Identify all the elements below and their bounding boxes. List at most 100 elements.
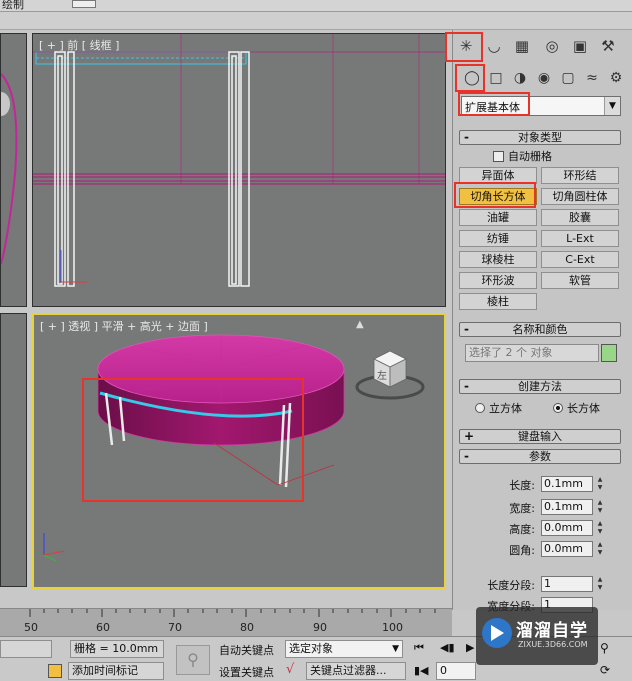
autogrid-checkbox[interactable]: 自动栅格 [493, 148, 552, 164]
timeline-ruler[interactable]: 50 60 70 80 90 100 [0, 608, 452, 636]
viewport-pin-icon[interactable]: ▲ [356, 319, 364, 330]
key-mode-icon[interactable]: √ [286, 662, 294, 677]
timeline-tick-label: 90 [313, 621, 327, 634]
param-height-spinner[interactable]: ▲ ▼ [595, 520, 605, 536]
object-button-9[interactable]: C-Ext [541, 251, 619, 268]
current-frame-field[interactable]: 0 [436, 662, 476, 680]
systems-icon[interactable]: ⚙ [605, 67, 627, 89]
command-panel: ✳ ◡ ▦ ◎ ▣ ⚒ ◯ □ ◑ ◉ ▢ ≈ ⚙ 扩展基本体 ▼ - 对象类型… [452, 30, 632, 613]
spacewarps-icon[interactable]: ≈ [581, 67, 603, 89]
modify-icon[interactable]: ◡ [481, 34, 507, 58]
menu-combo[interactable] [72, 0, 96, 8]
param-fillet-input[interactable]: 0.0mm [541, 541, 593, 557]
viewport-perspective[interactable]: [ + ] 透视 ] 平滑 + 高光 + 边面 ] ▲ 左 [32, 313, 446, 589]
rollout-keyboard-entry-title: 键盘输入 [518, 430, 562, 443]
hierarchy-icon[interactable]: ▦ [509, 34, 535, 58]
timeline-tick-label: 80 [240, 621, 254, 634]
checkbox-box[interactable] [493, 150, 504, 162]
object-button-1[interactable]: 环形结 [541, 167, 619, 184]
add-time-tag-button[interactable]: 添加时间标记 [68, 662, 164, 680]
watermark-logo-icon [482, 618, 512, 648]
object-button-12[interactable]: 棱柱 [459, 293, 537, 310]
goto-start-icon[interactable]: ⏮ [414, 641, 424, 655]
selected-object-value: 选定对象 [289, 642, 333, 655]
param-height-input[interactable]: 0.0mm [541, 520, 593, 536]
utilities-icon[interactable]: ⚒ [595, 34, 621, 58]
auto-key-button[interactable]: 自动关键点 [219, 642, 274, 658]
param-length-input[interactable]: 0.1mm [541, 476, 593, 492]
object-button-5[interactable]: 胶囊 [541, 209, 619, 226]
time-tag-icon[interactable] [48, 664, 62, 678]
object-button-8[interactable]: 球棱柱 [459, 251, 537, 268]
viewport-left-top[interactable] [0, 33, 27, 307]
object-button-6[interactable]: 纺锤 [459, 230, 537, 247]
rollout-object-type[interactable]: - 对象类型 [459, 130, 621, 145]
geometry-icon[interactable]: ◯ [461, 67, 483, 89]
zoom-icon[interactable]: ⚲ [600, 641, 609, 655]
autogrid-label: 自动栅格 [508, 150, 552, 163]
perspective-scene: 左 [43, 334, 425, 562]
category-dropdown-value: 扩展基本体 [465, 101, 520, 114]
motion-icon[interactable]: ◎ [539, 34, 565, 58]
viewcube[interactable]: 左 [355, 350, 425, 400]
key-filters-button[interactable]: 关键点过滤器... [306, 662, 406, 680]
param-length-spinner[interactable]: ▲ ▼ [595, 476, 605, 492]
prev-frame-icon[interactable]: ◀▮ [440, 641, 455, 654]
param-width-input[interactable]: 0.1mm [541, 499, 593, 515]
key-mode-toggle-icon[interactable]: ▮◀ [414, 664, 429, 677]
param-length-label: 长度: [509, 479, 535, 492]
shapes-icon[interactable]: □ [485, 67, 507, 89]
param-fillet-spinner[interactable]: ▲ ▼ [595, 541, 605, 557]
create-subcategory-icons: ◯ □ ◑ ◉ ▢ ≈ ⚙ [453, 64, 632, 92]
rollout-creation-method[interactable]: - 创建方法 [459, 379, 621, 394]
lights-icon[interactable]: ◑ [509, 67, 531, 89]
object-button-3[interactable]: 切角圆柱体 [541, 188, 619, 205]
key-icon[interactable]: ⚲ [176, 645, 210, 675]
viewport-left-bottom[interactable] [0, 313, 27, 587]
object-button-7[interactable]: L-Ext [541, 230, 619, 247]
param-width-label: 宽度: [509, 502, 535, 515]
creation-cube-radio[interactable]: 立方体 [475, 400, 522, 416]
viewport-left-top-geometry [1, 73, 18, 265]
rollout-parameters[interactable]: - 参数 [459, 449, 621, 464]
creation-box-radio[interactable]: 长方体 [553, 400, 600, 416]
param-length-segs-spinner[interactable]: ▲ ▼ [595, 576, 605, 592]
watermark-title: 溜溜自学 [516, 621, 588, 641]
menu-partial-label[interactable]: 绘制 [2, 0, 24, 12]
viewport-front[interactable]: [ + ] 前 [ 线框 ] [32, 33, 446, 307]
watermark-url: ZIXUE.3D66.COM [518, 640, 588, 649]
radio-dot[interactable] [475, 403, 485, 413]
param-length-segs-label: 长度分段: [487, 579, 535, 592]
viewport-front-label[interactable]: [ + ] 前 [ 线框 ] [39, 37, 119, 53]
param-fillet-label: 圆角: [509, 544, 535, 557]
object-color-swatch[interactable] [601, 344, 617, 362]
timeline-tick-label: 70 [168, 621, 182, 634]
set-key-button[interactable]: 设置关键点 [219, 664, 274, 680]
selected-object-dropdown[interactable]: 选定对象 ▼ [285, 640, 403, 658]
orbit-icon[interactable]: ⟳ [600, 663, 610, 677]
chevron-down-icon: ▼ [392, 644, 399, 654]
object-button-11[interactable]: 软管 [541, 272, 619, 289]
param-height-label: 高度: [509, 523, 535, 536]
create-icon[interactable]: ✳ [453, 34, 479, 58]
cameras-icon[interactable]: ◉ [533, 67, 555, 89]
category-dropdown[interactable]: 扩展基本体 ▼ [461, 96, 621, 116]
rollout-keyboard-entry[interactable]: + 键盘输入 [459, 429, 621, 444]
status-coord-field[interactable] [0, 640, 52, 658]
rollout-object-type-title: 对象类型 [518, 131, 562, 144]
object-button-chamfer-box[interactable]: 切角长方体 [459, 188, 537, 205]
rollout-name-color[interactable]: - 名称和颜色 [459, 322, 621, 337]
object-button-0[interactable]: 异面体 [459, 167, 537, 184]
display-icon[interactable]: ▣ [567, 34, 593, 58]
param-length-segs-input[interactable]: 1 [541, 576, 593, 592]
rollout-creation-method-title: 创建方法 [518, 380, 562, 393]
object-button-4[interactable]: 油罐 [459, 209, 537, 226]
object-name-field[interactable]: 选择了 2 个 对象 [465, 344, 599, 362]
viewport-perspective-label[interactable]: [ + ] 透视 ] 平滑 + 高光 + 边面 ] [40, 318, 208, 334]
play-icon[interactable]: ▶ [466, 641, 474, 654]
param-width-spinner[interactable]: ▲ ▼ [595, 499, 605, 515]
timeline-tick-label: 60 [96, 621, 110, 634]
helpers-icon[interactable]: ▢ [557, 67, 579, 89]
object-button-10[interactable]: 环形波 [459, 272, 537, 289]
radio-dot-selected[interactable] [553, 403, 563, 413]
